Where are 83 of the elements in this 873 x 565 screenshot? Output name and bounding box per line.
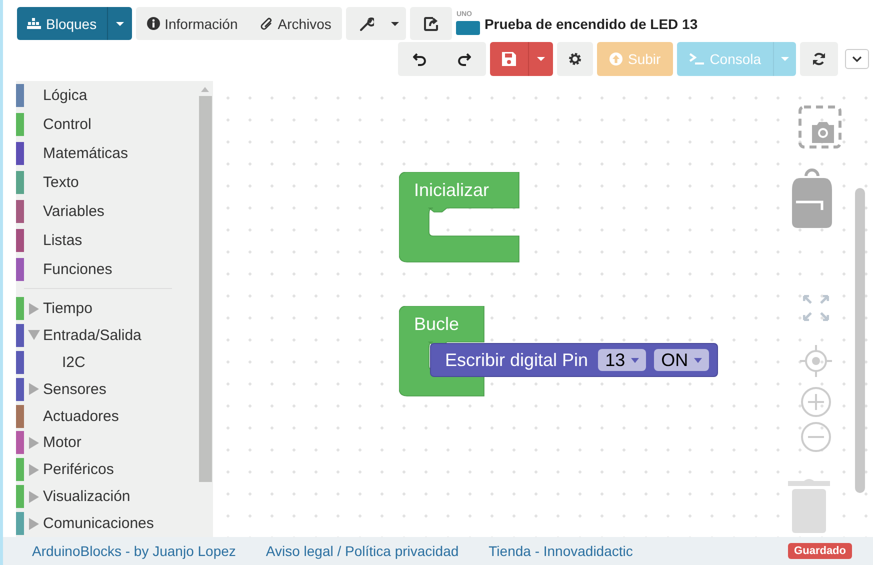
settings-icon [568,52,582,66]
redo-icon [457,52,471,66]
category-label: Funciones [43,260,112,278]
paperclip-icon [260,16,273,30]
caret-icon [780,56,790,62]
tab-button[interactable]: Archivos [248,7,342,40]
category-label: Entrada/Salida [43,326,142,344]
category-label: Lógica [43,87,88,104]
category-item[interactable]: Sensores [16,376,198,403]
refresh-icon [812,52,826,66]
footer-link[interactable]: Aviso legal / Política privacidad [266,543,459,559]
blocks-button[interactable]: Bloques [17,7,107,40]
caret-icon [390,20,400,26]
category-item[interactable]: Funciones [16,255,198,284]
category-item[interactable]: I2C [16,348,198,376]
category-item[interactable]: Control [16,110,198,139]
tools-button[interactable] [346,7,388,40]
floppy-icon [502,52,516,66]
category-label: Listas [43,232,82,249]
block-dropdown[interactable]: ON [654,349,710,371]
screenshot-camera-icon[interactable] [798,105,842,149]
scrollbar-thumb[interactable] [855,188,865,493]
category-item[interactable]: Texto [16,168,198,196]
category-item[interactable]: Listas [16,226,198,254]
category-item[interactable]: Tiempo [16,295,198,322]
category-label: I2C [61,354,86,371]
console-button: Consola [676,42,774,76]
fullscreen-icon[interactable] [803,295,829,321]
block-dropdown[interactable]: 13 [598,349,646,371]
terminal-icon [688,53,705,65]
category-item[interactable]: Matemáticas [16,140,198,168]
category-label: Visualización [43,488,130,506]
category-label: Actuadores [43,408,119,425]
footer-link[interactable]: Tienda - Innovadidactic [488,543,633,559]
category-item[interactable]: Comunicaciones [16,510,198,537]
chevron-down-icon [852,56,862,62]
category-item[interactable]: Motor [16,430,198,456]
category-label: Periféricos [43,461,114,478]
category-item[interactable]: Actuadores [16,402,198,430]
caret-icon [536,56,546,62]
status-badge: Guardado [788,543,852,559]
tab-button[interactable]: Información [136,7,249,40]
category-label: Control [43,116,92,134]
footer-link[interactable]: ArduinoBlocks - by Juanjo Lopez [32,543,236,559]
category-label: Texto [43,174,79,192]
caret-icon [631,358,640,362]
undo-button[interactable] [398,42,442,76]
category-label: Tiempo [43,300,92,318]
dropdown-value: 13 [605,350,626,370]
redo-button[interactable] [442,42,486,76]
backpack-icon[interactable] [792,168,832,228]
category-label: Matemáticas [43,145,128,162]
wrench-icon [360,16,374,30]
undo-icon [413,52,427,66]
save-button[interactable] [490,42,528,76]
category-label: Comunicaciones [43,515,154,532]
settings-button[interactable] [557,42,593,76]
category-label: Motor [43,434,82,452]
caret-icon [114,20,125,26]
share-icon [424,16,438,30]
scroll-up-icon [201,87,209,92]
dropdown-button[interactable] [388,7,406,40]
dropdown-value: ON [661,350,688,370]
category-item[interactable]: Lógica [16,82,198,110]
category-label: Variables [43,202,104,220]
caret-icon [694,358,702,362]
upload-icon [609,52,623,66]
project-title: Prueba de encendido de LED 13 [484,16,698,32]
category-item[interactable]: Variables [16,198,198,226]
scrollbar-thumb[interactable] [198,96,212,482]
share-button[interactable] [410,7,452,40]
category-item[interactable]: Entrada/Salida [16,322,198,349]
refresh-button[interactable] [800,42,838,76]
upload-button: Subir [597,42,673,76]
block-label: Escribir digital Pin [445,350,588,370]
category-item[interactable]: Visualización [16,483,198,510]
collapse-button[interactable] [845,49,870,69]
command-block[interactable]: Escribir digital Pin 13 ON [430,343,718,377]
info-icon [146,17,160,30]
dropdown-button[interactable] [106,7,132,40]
category-item[interactable]: Periféricos [16,456,198,484]
blocks-icon [27,18,41,30]
category-label: Sensores [43,380,106,398]
